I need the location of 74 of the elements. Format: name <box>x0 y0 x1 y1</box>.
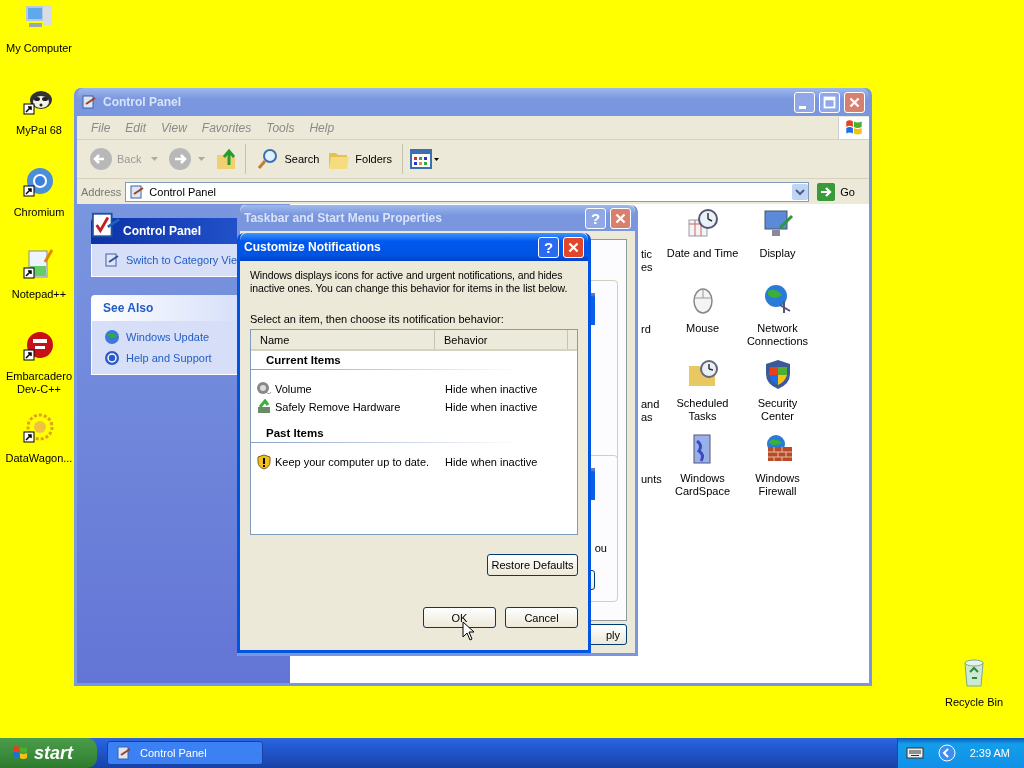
globe-icon <box>104 329 120 345</box>
intro-text: Windows displays icons for active and urgent notifications, and hides inactive ones. You can change this behavior for items in the list below. <box>250 269 569 295</box>
folders-button[interactable]: Folders <box>323 147 396 171</box>
panel-title: See Also <box>103 301 154 315</box>
icon-label[interactable]: Network Connections <box>740 322 815 348</box>
keyboard-icon[interactable] <box>905 747 924 759</box>
clock-icon[interactable] <box>686 208 719 240</box>
notepad-icon[interactable] <box>23 248 55 280</box>
control-panel-icon <box>91 210 121 240</box>
see-also-link[interactable]: Windows Update <box>126 331 210 343</box>
category-view-icon <box>104 252 120 268</box>
column-header[interactable]: Name <box>251 330 435 349</box>
clock: 2:39 AM <box>969 747 1010 759</box>
flower-icon[interactable] <box>23 412 55 444</box>
icon-label[interactable]: and <box>641 398 665 411</box>
icon-label[interactable]: Display <box>759 247 796 260</box>
item-behavior[interactable]: Hide when inactive <box>445 383 538 395</box>
taskbar-button[interactable]: Control Panel <box>107 741 263 765</box>
group-header: Past Items <box>266 427 325 439</box>
group-header: Current Items <box>266 354 342 366</box>
desktop-icon-label[interactable]: Chromium <box>1 206 77 219</box>
desktop-icon-label[interactable]: Recycle Bin <box>936 696 1012 709</box>
ok-button[interactable]: OK <box>423 607 496 628</box>
desktop-icon-label[interactable]: My Computer <box>1 42 77 55</box>
icon-label[interactable]: unts <box>641 473 665 486</box>
views-icon[interactable] <box>409 148 441 170</box>
icon-label[interactable]: Date and Time <box>666 247 739 260</box>
option-text: ou <box>594 542 607 554</box>
minimize-icon <box>799 105 806 109</box>
icon-label[interactable]: Windows Firewall <box>740 472 815 498</box>
icon-label[interactable]: Windows CardSpace <box>665 472 740 498</box>
column-header[interactable]: Behavior <box>435 330 568 349</box>
dropdown-icon[interactable] <box>792 183 809 200</box>
go-button[interactable]: Go <box>813 182 865 201</box>
desktop-icon-label[interactable]: DataWagon... <box>1 452 77 465</box>
chevron-button[interactable] <box>937 744 956 762</box>
speaker-icon <box>256 381 272 397</box>
cancel-button[interactable]: Cancel <box>505 607 578 628</box>
desktop-icon-label[interactable]: MyPal 68 <box>1 124 77 137</box>
item-name[interactable]: Volume <box>275 383 445 395</box>
desktop-icon-label[interactable]: Embarcadero Dev-C++ <box>1 370 77 396</box>
see-also-link[interactable]: Help and Support <box>126 352 212 364</box>
icon-label[interactable]: Mouse <box>686 322 719 335</box>
shield-icon <box>256 454 272 470</box>
icon-label[interactable]: Scheduled Tasks <box>665 397 740 423</box>
control-panel-icon <box>129 183 146 200</box>
help-button[interactable]: ? <box>538 236 559 258</box>
item-behavior[interactable]: Hide when inactive <box>445 401 538 413</box>
icon-label[interactable]: tic <box>641 248 665 261</box>
dialog-title: Customize Notifications <box>244 240 381 254</box>
search-button[interactable]: Search <box>252 147 324 171</box>
icon-label[interactable]: Security Center <box>740 397 815 423</box>
panel-title: Control Panel <box>123 224 201 238</box>
address-field[interactable]: Control Panel <box>125 181 810 202</box>
control-panel-icon <box>81 94 97 110</box>
windows-logo-icon <box>838 116 869 139</box>
restore-defaults-button[interactable]: Restore Defaults <box>487 554 578 576</box>
window-title: Taskbar and Start Menu Properties <box>244 211 442 225</box>
desktop-icon-label[interactable]: Notepad++ <box>1 288 77 301</box>
hardware-icon <box>256 399 272 415</box>
cursor-icon <box>462 621 474 641</box>
address-label: Address <box>81 185 122 198</box>
icon-label[interactable]: rd <box>641 323 665 336</box>
window-title: Control Panel <box>103 95 181 109</box>
item-name[interactable]: Safely Remove Hardware <box>275 401 445 413</box>
control-panel-icon <box>116 745 132 761</box>
help-icon <box>104 350 120 366</box>
icon-label[interactable]: as <box>641 411 665 424</box>
item-name[interactable]: Keep your computer up to date. <box>275 456 445 468</box>
icon-label[interactable]: es <box>641 261 665 274</box>
item-behavior[interactable]: Hide when inactive <box>445 456 538 468</box>
start-button[interactable]: start <box>0 738 97 768</box>
prompt-text: Select an item, then choose its notification behavior: <box>250 313 505 325</box>
close-button[interactable] <box>563 236 584 258</box>
